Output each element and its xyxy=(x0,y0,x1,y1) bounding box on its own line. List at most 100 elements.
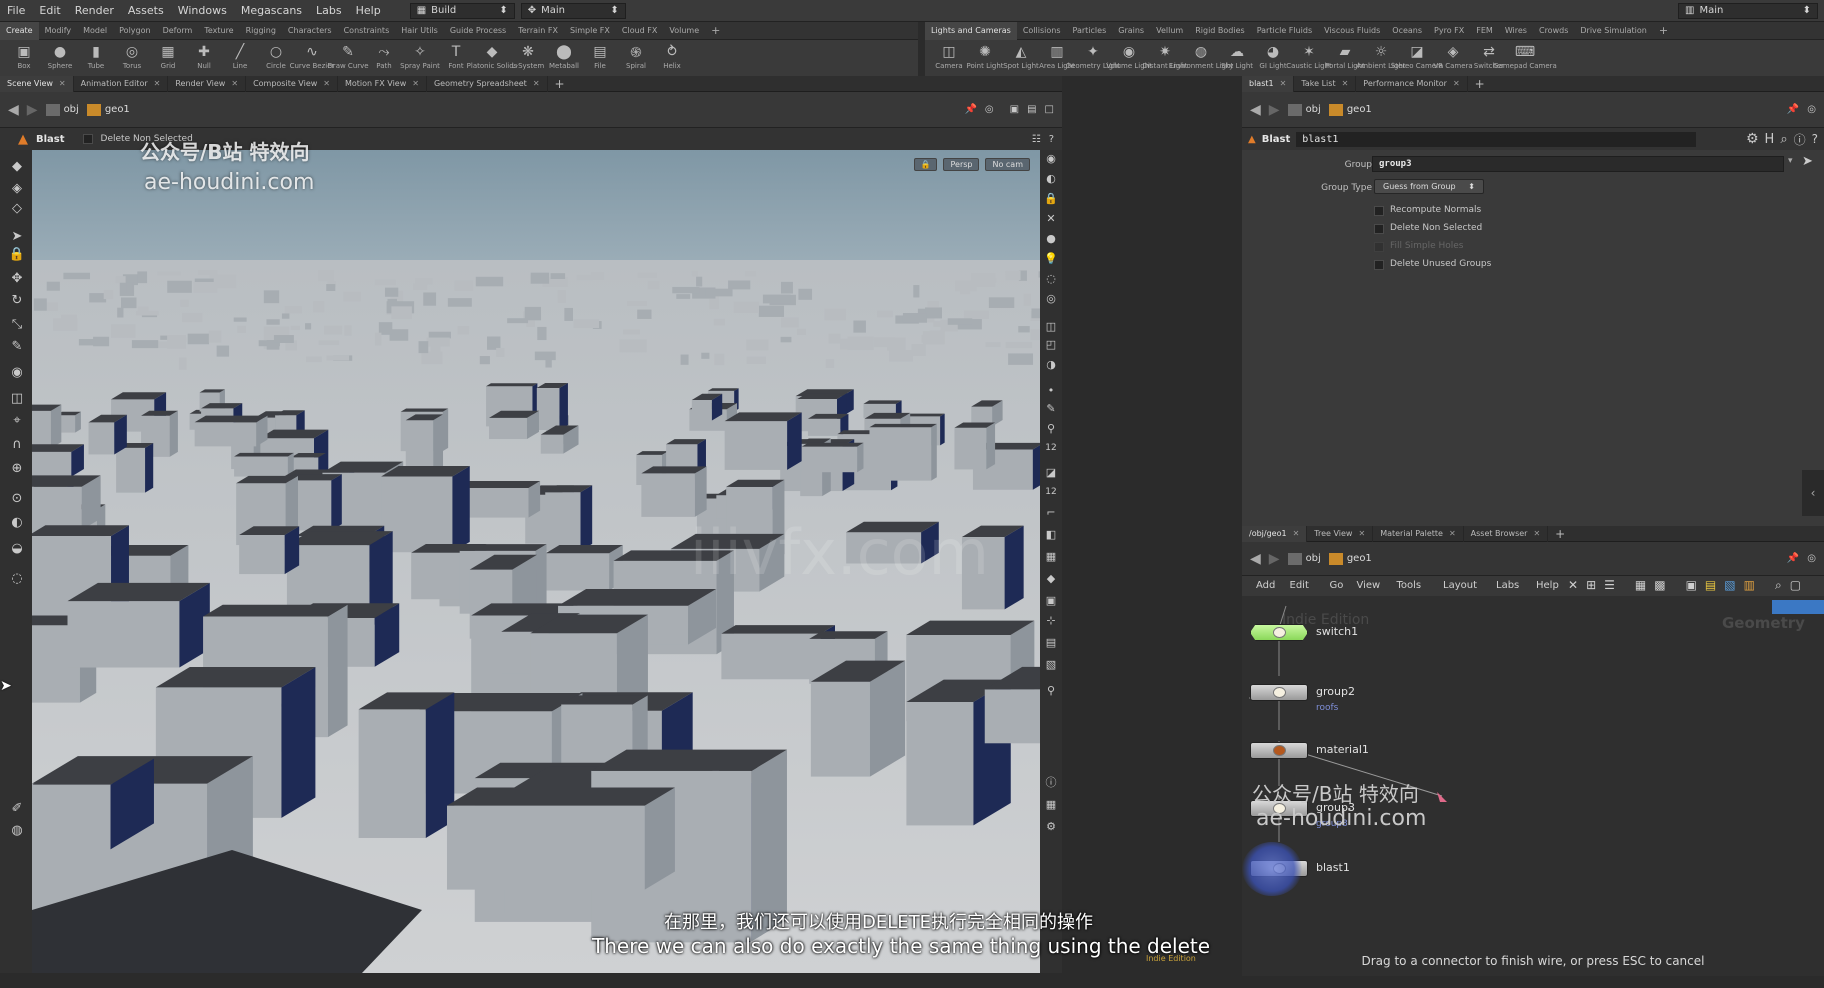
menu-assets[interactable]: Assets xyxy=(121,4,171,17)
lamp-icon[interactable]: ◎ xyxy=(1043,290,1059,306)
pin-icon[interactable]: ⚲ xyxy=(1043,420,1059,436)
map-pin-icon[interactable]: ⚲ xyxy=(1043,682,1059,698)
back-arrow-icon[interactable]: ◀ xyxy=(8,102,19,118)
lasso-icon[interactable]: ◌ xyxy=(9,570,25,586)
close-icon[interactable]: ✕ xyxy=(231,79,238,88)
shelf-left-tab-6[interactable]: Rigging xyxy=(240,26,282,35)
torus-tool[interactable]: ◎ Torus xyxy=(114,40,150,70)
grid-view-icon[interactable]: ▦ xyxy=(1635,578,1646,593)
net-path-geo[interactable]: geo1 xyxy=(1328,552,1372,565)
path-geo[interactable]: geo1 xyxy=(86,103,130,116)
shelf-right-tab-2[interactable]: Particles xyxy=(1067,26,1113,35)
left-pane-tab-2[interactable]: Render View ✕ xyxy=(168,75,247,92)
maximize-icon[interactable]: □ xyxy=(1045,104,1054,115)
shelf-left-tab-9[interactable]: Hair Utils xyxy=(395,26,444,35)
shelf-right-tab-0[interactable]: Lights and Cameras xyxy=(925,21,1017,40)
shader-icon[interactable]: ◧ xyxy=(1043,526,1059,542)
checkbox-recompute-normals[interactable] xyxy=(1374,206,1384,216)
sticky-note-icon[interactable]: ▤ xyxy=(1705,578,1716,593)
stereo-camera-tool[interactable]: ◪ Stereo Camera xyxy=(1391,40,1444,70)
pin-icon[interactable]: 📌 xyxy=(1787,104,1799,115)
workspace-select[interactable]: ✥ Main ⬍ xyxy=(520,2,626,19)
sphere-tool[interactable]: ● Sphere xyxy=(42,40,78,70)
shelf-left-tab-10[interactable]: Guide Process xyxy=(444,26,512,35)
circle-tool[interactable]: ○ Circle xyxy=(258,40,294,70)
box-tool[interactable]: ▣ Box xyxy=(6,40,42,70)
wrench-icon[interactable]: ✕ xyxy=(1568,578,1578,593)
network-menu-labs[interactable]: Labs xyxy=(1496,580,1519,591)
select-arrow-icon[interactable]: ➤ xyxy=(9,228,25,244)
left-pane-tab-3[interactable]: Composite View ✕ xyxy=(246,75,338,92)
shelf-right-tab-13[interactable]: Drive Simulation xyxy=(1574,26,1652,35)
close-icon[interactable]: ✕ xyxy=(1342,79,1349,88)
group-type-menu[interactable]: Guess from Group ⬍ xyxy=(1374,179,1484,194)
menu-megascans[interactable]: Megascans xyxy=(234,4,309,17)
menu-help[interactable]: Help xyxy=(349,4,388,17)
param-path-geo[interactable]: geo1 xyxy=(1328,103,1372,116)
left-pane-tab-4[interactable]: Motion FX View ✕ xyxy=(338,75,427,92)
node-group2[interactable] xyxy=(1250,684,1308,701)
gamepad-camera-tool[interactable]: ⌨ Gamepad Camera xyxy=(1493,40,1557,70)
link-icon[interactable]: ◎ xyxy=(1807,553,1816,564)
list-icon[interactable]: ☰ xyxy=(1604,578,1615,593)
magnet-icon[interactable]: ∩ xyxy=(9,436,25,452)
lock-icon[interactable]: 🔒 xyxy=(9,246,25,262)
persp-menu[interactable]: Persp xyxy=(943,158,980,171)
right-workspace-select[interactable]: ▥ Main ⬍ xyxy=(1678,2,1818,19)
paint-icon[interactable]: ✐ xyxy=(9,800,25,816)
null-tool[interactable]: ✚ Null xyxy=(186,40,222,70)
shelf-left-tab-13[interactable]: Cloud FX xyxy=(616,26,663,35)
param-path-obj[interactable]: obj xyxy=(1287,103,1321,116)
network-pane-tab-1[interactable]: Tree View ✕ xyxy=(1307,525,1374,542)
shelf-left-tab-1[interactable]: Modify xyxy=(39,26,78,35)
view-icon[interactable]: ◉ xyxy=(9,364,25,380)
background-image-icon[interactable]: ▧ xyxy=(1724,578,1735,593)
sphere-display-icon[interactable]: ● xyxy=(1043,230,1059,246)
close-icon[interactable]: ✕ xyxy=(1449,529,1456,538)
link-icon[interactable]: ◎ xyxy=(985,104,994,115)
measure-icon[interactable]: ⊙ xyxy=(9,490,25,506)
spot-light-tool[interactable]: ◭ Spot Light xyxy=(1003,40,1039,70)
bulb-icon[interactable]: ◌ xyxy=(1043,270,1059,286)
pivot-icon[interactable]: ⊕ xyxy=(9,460,25,476)
forward-arrow-icon[interactable]: ▶ xyxy=(1269,551,1280,567)
shelf-left-tab-7[interactable]: Characters xyxy=(282,26,338,35)
box-icon[interactable]: ▥ xyxy=(1744,578,1755,593)
node-material1[interactable] xyxy=(1250,742,1308,759)
back-arrow-icon[interactable]: ◀ xyxy=(1250,551,1261,567)
handle-icon[interactable]: ◈ xyxy=(9,180,25,196)
menu-edit[interactable]: Edit xyxy=(32,4,67,17)
dot-icon[interactable]: • xyxy=(1043,382,1059,398)
shelf-left-tab-12[interactable]: Simple FX xyxy=(564,26,616,35)
close-icon[interactable]: ✕ xyxy=(1043,210,1059,226)
l-system-tool[interactable]: ❋ L-System xyxy=(510,40,546,70)
globe-icon[interactable]: ◍ xyxy=(9,822,25,838)
param-pane-tab-2[interactable]: Performance Monitor ✕ xyxy=(1356,75,1468,92)
network-menu-layout[interactable]: Layout xyxy=(1443,580,1477,591)
shelf-right-tab-6[interactable]: Particle Fluids xyxy=(1251,26,1318,35)
node-switch1[interactable] xyxy=(1250,624,1308,641)
gear-icon[interactable]: ⚙ xyxy=(1746,131,1759,147)
shelf-right-tab-10[interactable]: FEM xyxy=(1470,26,1499,35)
houdini-help-icon[interactable]: H xyxy=(1765,132,1775,147)
close-icon[interactable]: ✕ xyxy=(154,79,161,88)
search-icon[interactable]: ⌕ xyxy=(1775,578,1782,593)
line-tool[interactable]: ╱ Line xyxy=(222,40,258,70)
menu-file[interactable]: File xyxy=(0,4,32,17)
eye-icon[interactable]: ◉ xyxy=(1043,150,1059,166)
environment-light-tool[interactable]: ◍ Environment Light xyxy=(1169,40,1233,70)
help-icon[interactable]: ? xyxy=(1812,132,1818,146)
select-arrow-icon[interactable]: ➤ xyxy=(1802,154,1813,169)
settings-icon[interactable]: ⚙ xyxy=(1043,818,1059,834)
help-icon[interactable]: ? xyxy=(1049,134,1054,145)
point-light-tool[interactable]: ✺ Point Light xyxy=(966,40,1003,70)
info-icon[interactable]: ⓘ xyxy=(1043,774,1059,790)
info-icon[interactable]: ⓘ xyxy=(1794,131,1806,148)
tree-icon[interactable]: ⊞ xyxy=(1586,578,1596,593)
spray-paint-tool[interactable]: ✧ Spray Paint xyxy=(400,40,440,70)
network-menu-view[interactable]: View xyxy=(1357,580,1381,591)
shelf-right-tab-7[interactable]: Viscous Fluids xyxy=(1318,26,1386,35)
collapse-handle[interactable]: ‹ xyxy=(1802,470,1824,516)
network-pane-tab-0[interactable]: /obj/geo1 ✕ xyxy=(1242,525,1308,542)
tool-settings-icon[interactable]: ☷ xyxy=(1032,134,1041,145)
